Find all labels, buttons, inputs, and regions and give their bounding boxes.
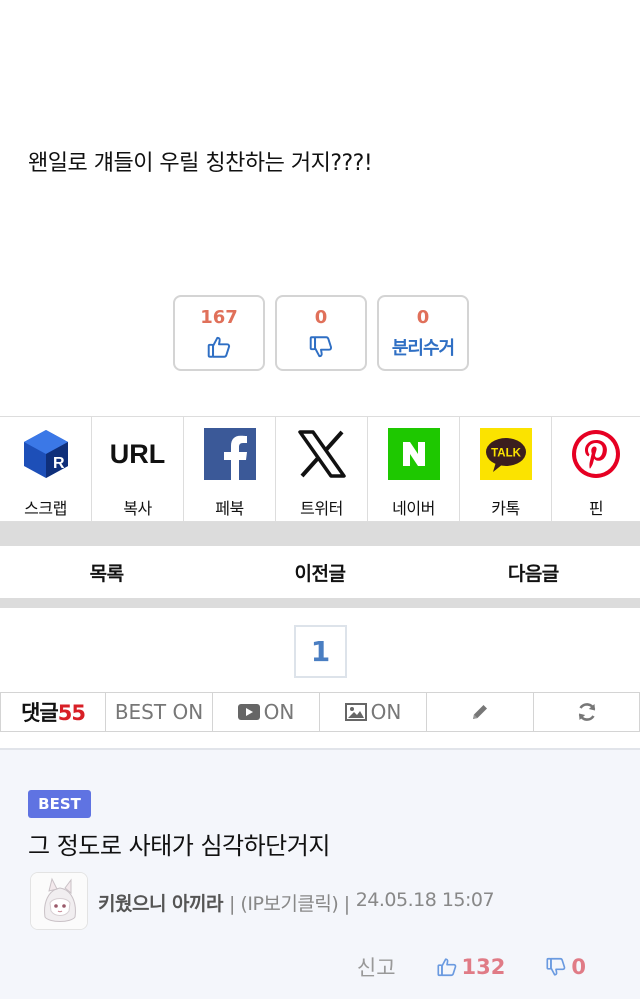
image-icon [344, 703, 367, 721]
thumbs-up-icon [436, 958, 456, 977]
comment-meta: 키웠으니 아끼라 | (IP보기클릭) | 24.05.18 15:07 [98, 889, 495, 916]
naver-icon [387, 427, 441, 481]
recycle-count: 0 [416, 306, 430, 328]
comment-count-number: 55 [57, 701, 86, 725]
share-url[interactable]: URL 복사 [92, 417, 184, 521]
share-label: 트위터 [300, 499, 343, 518]
comment-upvote-count: 132 [461, 955, 506, 979]
post-body-text: 왠일로 걔들이 우릴 칭찬하는 거지???! [28, 151, 373, 176]
downvote-count: 0 [314, 306, 328, 328]
thumbs-down-icon [309, 335, 333, 357]
comment-downvote-count: 0 [571, 955, 586, 979]
pinterest-icon [569, 427, 623, 481]
divider-band [0, 522, 640, 546]
share-label: 카톡 [491, 499, 520, 518]
video-toggle-label: ON [263, 700, 295, 724]
pencil-icon [473, 705, 487, 719]
share-label: 페북 [215, 499, 244, 518]
svg-text:R: R [53, 455, 65, 472]
url-text-icon: URL [109, 438, 166, 469]
share-label: 복사 [123, 499, 152, 518]
upvote-count: 167 [200, 306, 238, 328]
facebook-icon [203, 427, 257, 481]
post-navigation: 목록 이전글 다음글 [0, 546, 640, 598]
comment-label: 댓글 [21, 701, 59, 725]
list-button[interactable]: 목록 [0, 546, 213, 598]
kakaotalk-icon: TALK [479, 427, 533, 481]
share-scrap[interactable]: R 스크랩 [0, 417, 92, 521]
comment-toolbar: 댓글55 BEST ON ON ON [0, 692, 640, 732]
video-icon [237, 704, 260, 720]
comment-count: 댓글55 [0, 692, 106, 732]
refresh-icon [578, 703, 595, 721]
x-twitter-icon [295, 427, 349, 481]
share-label: 네이버 [392, 499, 435, 518]
share-bar: R 스크랩 URL 복사 페북 트위터 네이버 TALK 카톡 핀 [0, 416, 640, 522]
ip-view-link[interactable]: | (IP보기클릭) | [229, 889, 350, 916]
share-pinterest[interactable]: 핀 [552, 417, 640, 521]
write-comment-button[interactable] [427, 692, 534, 732]
svg-text:TALK: TALK [491, 448, 522, 460]
share-label: 핀 [588, 499, 604, 518]
share-label: 스크랩 [24, 499, 67, 518]
share-naver[interactable]: 네이버 [368, 417, 460, 521]
best-toggle[interactable]: BEST ON [106, 692, 213, 732]
best-badge: BEST [28, 790, 91, 818]
refresh-button[interactable] [534, 692, 640, 732]
video-toggle[interactable]: ON [213, 692, 320, 732]
share-twitter[interactable]: 트위터 [276, 417, 368, 521]
scrap-cube-icon: R [19, 427, 73, 481]
avatar[interactable] [30, 872, 88, 930]
downvote-button[interactable]: 0 [275, 295, 367, 371]
best-comment: BEST 그 정도로 사태가 심각하단거지 키웠으니 아끼라 | (IP보기클릭… [0, 748, 640, 999]
image-toggle[interactable]: ON [320, 692, 427, 732]
comment-upvote-button[interactable]: 132 [436, 955, 506, 979]
comment-downvote-button[interactable]: 0 [545, 955, 586, 979]
comment-date: 24.05.18 15:07 [355, 889, 495, 911]
divider-band [0, 598, 640, 608]
recycle-button[interactable]: 0 분리수거 [377, 295, 469, 371]
share-kakaotalk[interactable]: TALK 카톡 [460, 417, 552, 521]
vote-row: 167 0 0 분리수거 [173, 295, 469, 371]
author-nickname[interactable]: 키웠으니 아끼라 [98, 889, 223, 916]
next-post-button[interactable]: 다음글 [427, 546, 640, 598]
image-toggle-label: ON [370, 700, 402, 724]
best-toggle-label: BEST ON [114, 700, 204, 724]
upvote-button[interactable]: 167 [173, 295, 265, 371]
thumbs-down-icon [546, 957, 566, 976]
report-button[interactable]: 신고 [357, 952, 396, 982]
comment-text: 그 정도로 사태가 심각하단거지 [28, 832, 330, 860]
recycle-label: 분리수거 [391, 337, 455, 359]
comment-actions: 신고 132 0 [357, 952, 586, 982]
page-number-current[interactable]: 1 [294, 625, 347, 678]
share-facebook[interactable]: 페북 [184, 417, 276, 521]
prev-post-button[interactable]: 이전글 [213, 546, 426, 598]
thumbs-up-icon [207, 336, 231, 358]
